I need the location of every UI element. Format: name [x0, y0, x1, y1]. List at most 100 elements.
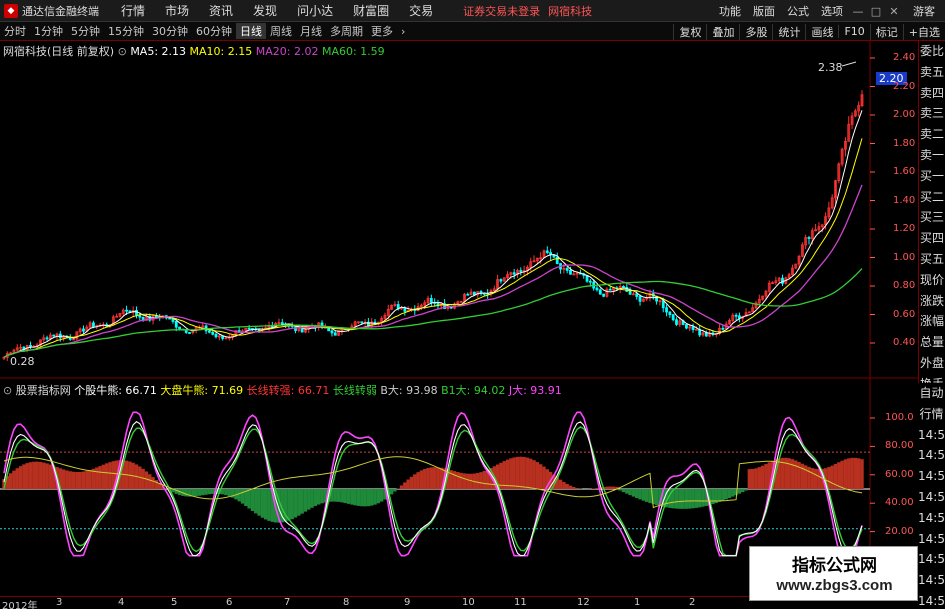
time-label: 9	[404, 597, 411, 608]
main-panel-header: 网宿科技(日线 前复权) ⊙ MA5: 2.13 MA10: 2.15 MA20…	[3, 43, 385, 59]
candle-body	[499, 279, 503, 282]
quote-item[interactable]: 卖四	[919, 83, 945, 104]
candle-body	[333, 332, 337, 336]
y-tick-label: 20.00	[885, 525, 914, 537]
candle-body	[569, 270, 572, 275]
chart-canvas[interactable]	[0, 0, 918, 596]
candle-body	[360, 321, 364, 324]
high-marker-line	[841, 61, 857, 67]
quote-item[interactable]: 买一	[919, 166, 945, 187]
quote-item[interactable]: 外盘	[919, 353, 945, 374]
candle-body	[704, 332, 708, 337]
site-watermark: 指标公式网 www.zbgs3.com	[749, 546, 918, 601]
y-tick-label: 1.20	[893, 223, 916, 234]
time-label: 10	[462, 597, 475, 608]
candle-body	[135, 309, 138, 316]
quote-item[interactable]: 卖二	[919, 124, 945, 145]
candle-body	[512, 272, 516, 275]
y-tick-label: 0.60	[893, 308, 916, 320]
quote-item[interactable]: 涨跌	[919, 291, 945, 312]
indicator-title: 股票指标网	[15, 384, 71, 397]
quote-item[interactable]: 买五	[919, 249, 945, 270]
candle-body	[214, 333, 218, 338]
indicator-j-big: J大: 93.91	[508, 384, 562, 397]
indicator-long-strong: 长线转强: 66.71	[246, 384, 330, 397]
candle-body	[188, 332, 191, 334]
candle-body	[671, 314, 675, 321]
candle-body	[466, 293, 470, 296]
quote-item[interactable]: 买三	[919, 207, 945, 228]
time-label: 4	[118, 597, 125, 608]
time-label: 5	[171, 597, 178, 608]
watermark-title: 指标公式网	[792, 556, 877, 576]
quote-item[interactable]: 卖五	[919, 62, 945, 83]
y-tick-label: 2.00	[893, 109, 916, 120]
ma10-line	[3, 138, 863, 358]
candle-body	[734, 314, 738, 317]
candle-body	[429, 298, 433, 303]
indicator-long-weak: 长线转弱	[332, 384, 377, 397]
candle-body	[738, 315, 741, 319]
time-label: 1	[634, 597, 641, 608]
quote-item[interactable]: 涨幅	[919, 311, 945, 332]
candle-body	[449, 306, 453, 309]
time-label: 2012年	[2, 601, 38, 609]
candle-body	[675, 319, 678, 325]
quote-label[interactable]: 行情	[918, 404, 945, 425]
indicator-header: ⊙ 股票指标网 个股牛熊: 66.71 大盘牛熊: 71.69 长线转强: 66…	[3, 382, 562, 398]
time-label: 8	[343, 597, 350, 608]
settings-circle-icon[interactable]: ⊙	[118, 45, 127, 58]
candle-body	[628, 291, 632, 295]
quote-item[interactable]: 买二	[919, 187, 945, 208]
candle-body	[92, 322, 95, 328]
tick-side-column: 自动 行情 14:50 14:50 14:50 14:50 14:50 14:5…	[918, 383, 945, 609]
settings-circle-icon[interactable]: ⊙	[3, 384, 16, 397]
candle-body	[545, 250, 549, 253]
candle-body	[721, 327, 725, 330]
y-tick-label: 40.00	[885, 497, 914, 509]
candle-body	[691, 326, 695, 330]
candle-body	[685, 324, 688, 329]
auto-label[interactable]: 自动	[918, 383, 945, 404]
candle-body	[519, 270, 523, 272]
indicator-market-bull: 大盘牛熊: 71.69	[160, 384, 244, 397]
quote-item[interactable]: 卖三	[919, 103, 945, 124]
time-label: 7	[284, 597, 291, 608]
tick-time: 14:50	[918, 573, 945, 588]
y-tick-label: 0.80	[893, 280, 916, 291]
candle-body	[125, 309, 128, 312]
time-label: 12	[577, 597, 590, 608]
ma20-label: MA20: 2.02	[255, 45, 319, 58]
quote-item[interactable]: 总量	[919, 332, 945, 353]
candle-body	[665, 307, 668, 313]
quote-item[interactable]: 买四	[919, 228, 945, 249]
tick-time: 14:50	[918, 489, 945, 504]
candle-body	[565, 267, 569, 271]
candle-body	[280, 322, 284, 325]
tick-time: 14:50	[918, 469, 945, 484]
tick-time: 14:50	[918, 531, 945, 546]
low-price-label: 0.28	[10, 355, 35, 368]
tick-time: 14:50	[918, 593, 945, 608]
ma60-label: MA60: 1.59	[321, 45, 385, 58]
quote-item[interactable]: 现价	[919, 270, 945, 291]
y-tick-label: 80.00	[885, 440, 914, 452]
quote-item[interactable]: 卖一	[919, 145, 945, 166]
candle-body	[257, 329, 261, 331]
ma20-line	[3, 184, 863, 358]
candle-body	[174, 320, 178, 328]
candle-body	[52, 334, 56, 337]
time-label: 6	[226, 597, 233, 608]
time-label: 2	[689, 597, 696, 608]
candle-body	[635, 293, 639, 297]
y-tick-label: 100.0	[885, 412, 914, 423]
ma10-label: MA10: 2.15	[189, 45, 253, 58]
candle-body	[473, 291, 476, 296]
candle-body	[638, 296, 642, 302]
quote-item[interactable]: 委比	[919, 41, 945, 62]
time-label: 11	[514, 597, 527, 608]
ma5-label: MA5: 2.13	[130, 45, 187, 58]
time-label: 3	[56, 597, 63, 608]
stock-label: 网宿科技(日线 前复权)	[3, 45, 115, 58]
indicator-b1-big: B1大: 94.02	[441, 384, 506, 397]
